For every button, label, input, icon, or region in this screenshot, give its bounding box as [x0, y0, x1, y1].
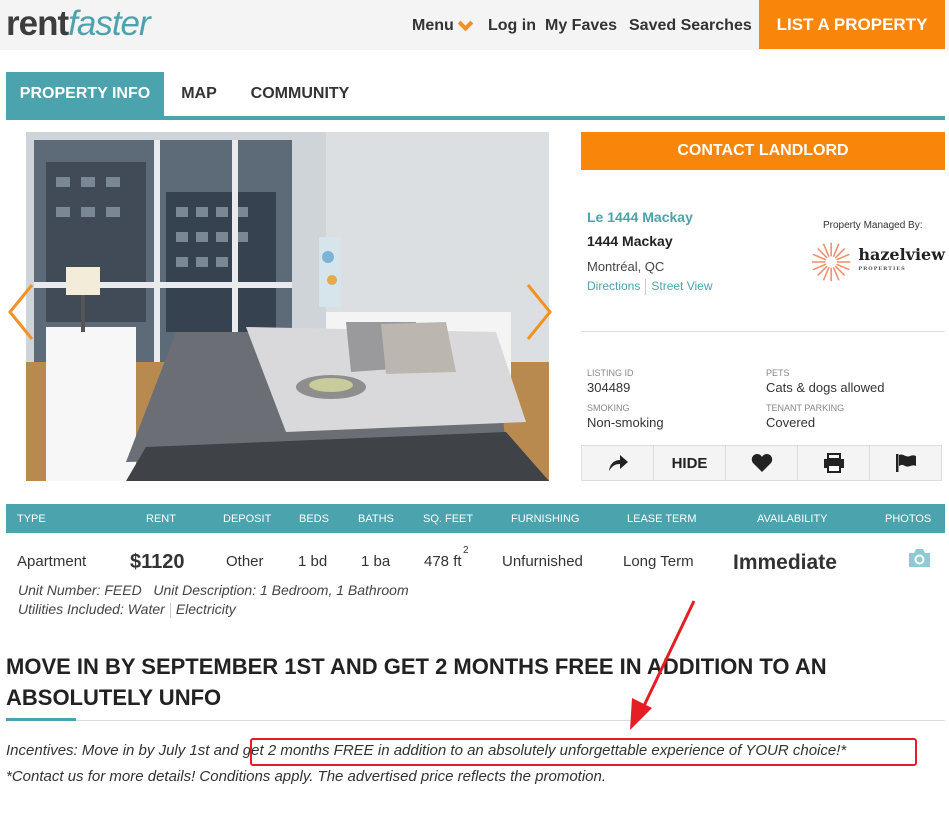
value-baths: 1 ba	[361, 553, 391, 570]
share-icon	[608, 455, 628, 471]
sunburst-icon	[811, 242, 851, 282]
menu-button[interactable]: Menu	[412, 15, 474, 35]
contact-landlord-button[interactable]: CONTACT LANDLORD	[581, 132, 945, 170]
header-availability: AVAILABILITY	[757, 513, 828, 525]
property-city: Montréal, QC	[587, 259, 665, 274]
next-photo-arrow-icon[interactable]	[524, 282, 554, 342]
tab-community[interactable]: COMMUNITY	[240, 72, 360, 116]
logo-faster: faster	[68, 4, 151, 43]
parking-value: Covered	[766, 415, 816, 430]
headline-divider	[76, 720, 945, 721]
unit-description: Unit Description: 1 Bedroom, 1 Bathroom	[153, 582, 409, 598]
logo-rent: rent	[6, 4, 69, 43]
print-icon	[823, 453, 844, 473]
chevron-down-icon	[457, 15, 474, 31]
value-sqft-superscript: 2	[463, 545, 469, 556]
headline-accent-underline	[6, 718, 76, 721]
my-faves-link[interactable]: My Faves	[545, 17, 617, 35]
street-view-link[interactable]: Street View	[651, 279, 712, 295]
utilities-included: Utilities Included: Water	[18, 601, 165, 617]
header-furnishing: FURNISHING	[511, 513, 580, 525]
share-button[interactable]	[582, 446, 654, 480]
value-rent: $1120	[130, 551, 185, 573]
hazelview-wordmark: hazelview PROPERTIES	[858, 247, 945, 276]
site-header: rentfaster Menu Log in My Faves Saved Se…	[0, 0, 949, 50]
hide-button[interactable]: HIDE	[654, 446, 726, 480]
red-highlight-box	[250, 738, 917, 766]
listing-id-label: LISTING ID	[587, 368, 634, 378]
header-rent: RENT	[146, 513, 176, 525]
value-type: Apartment	[17, 553, 87, 570]
pets-label: PETS	[766, 368, 790, 378]
unit-details: Unit Number: FEED Unit Description: 1 Be…	[18, 582, 409, 598]
previous-photo-arrow-icon[interactable]	[6, 282, 36, 342]
value-availability: Immediate	[733, 551, 837, 574]
tab-map[interactable]: MAP	[170, 72, 228, 116]
property-name-link[interactable]: Le 1444 Mackay	[587, 209, 693, 225]
incentives-intro: Incentives: Move in by July 1st and	[6, 742, 243, 759]
report-button[interactable]	[870, 446, 941, 480]
value-sqft: 478 ft	[424, 553, 462, 570]
listing-id-value: 304489	[587, 380, 631, 395]
hazelview-subtitle: PROPERTIES	[858, 266, 906, 272]
header-photos: PHOTOS	[885, 513, 932, 525]
header-sqft: SQ. FEET	[423, 513, 474, 525]
header-baths: BATHS	[358, 513, 394, 525]
menu-label: Menu	[412, 17, 454, 34]
link-separator	[645, 279, 647, 295]
tab-underline	[6, 116, 945, 120]
value-lease-term: Long Term	[623, 553, 694, 570]
property-photo[interactable]	[26, 132, 549, 481]
tab-property-info[interactable]: PROPERTY INFO	[6, 72, 164, 116]
utilities-separator	[169, 602, 171, 618]
smoking-value: Non-smoking	[587, 415, 664, 430]
bedroom-photo-illustration	[26, 132, 549, 481]
hazelview-logo[interactable]: hazelview PROPERTIES	[810, 240, 945, 284]
login-link[interactable]: Log in	[488, 17, 536, 35]
parking-label: TENANT PARKING	[766, 403, 845, 413]
unit-number: Unit Number: FEED	[18, 582, 142, 598]
rentfaster-logo[interactable]: rentfaster	[6, 4, 151, 44]
value-beds: 1 bd	[298, 553, 328, 570]
managed-by-label: Property Managed By:	[823, 220, 923, 231]
property-links: Directions Street View	[587, 279, 713, 295]
header-lease-term: LEASE TERM	[627, 513, 697, 525]
print-button[interactable]	[798, 446, 870, 480]
smoking-label: SMOKING	[587, 403, 630, 413]
summary-header-row: TYPE RENT DEPOSIT BEDS BATHS SQ. FEET FU…	[6, 504, 945, 533]
favorite-button[interactable]	[726, 446, 798, 480]
list-property-button[interactable]: LIST A PROPERTY	[759, 0, 945, 49]
utilities-extra: Electricity	[175, 601, 236, 617]
property-address: 1444 Mackay	[587, 233, 673, 249]
info-divider	[581, 331, 945, 332]
listing-headline: MOVE IN BY SEPTEMBER 1ST AND GET 2 MONTH…	[6, 654, 827, 710]
directions-link[interactable]: Directions	[587, 279, 640, 295]
utilities-line: Utilities Included: Water Electricity	[18, 601, 236, 618]
value-deposit: Other	[226, 553, 264, 570]
incentives-line-2: *Contact us for more details! Conditions…	[6, 768, 607, 785]
saved-searches-link[interactable]: Saved Searches	[629, 17, 752, 35]
header-type: TYPE	[17, 513, 46, 525]
camera-icon[interactable]	[907, 547, 932, 569]
header-beds: BEDS	[299, 513, 329, 525]
heart-icon	[751, 454, 772, 472]
pets-value: Cats & dogs allowed	[766, 380, 885, 395]
header-deposit: DEPOSIT	[223, 513, 272, 525]
flag-icon	[895, 454, 916, 472]
red-annotation-arrow-icon	[630, 600, 696, 730]
value-furnishing: Unfurnished	[502, 553, 583, 570]
listing-action-bar: HIDE	[581, 445, 942, 481]
